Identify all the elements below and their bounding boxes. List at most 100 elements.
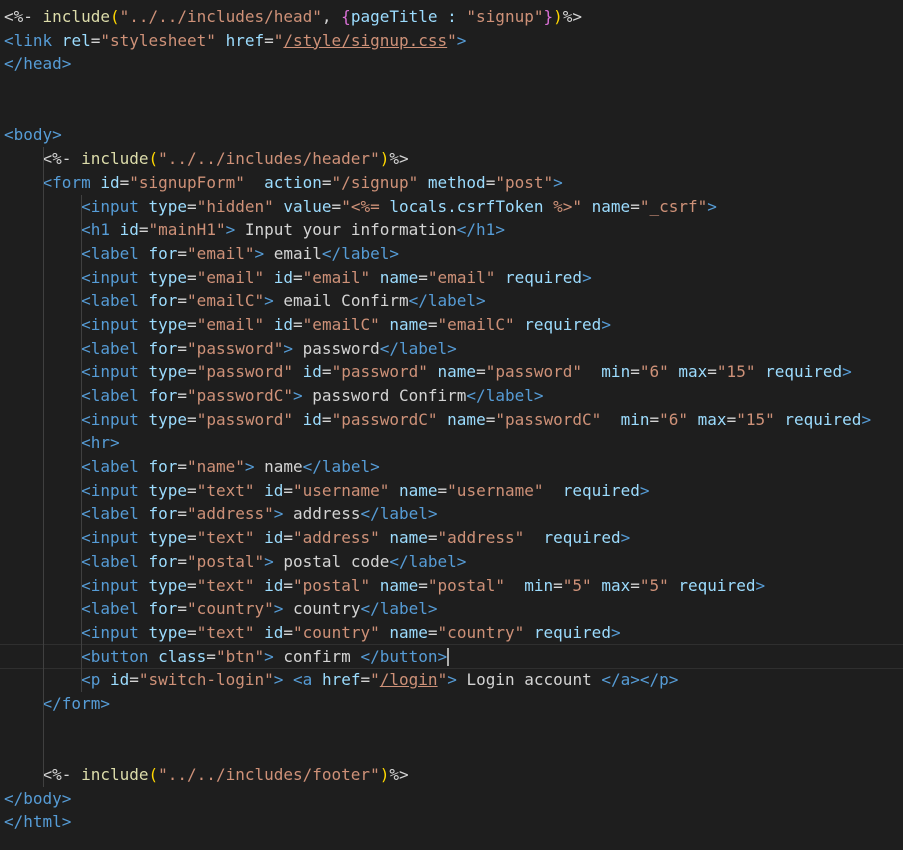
code-line[interactable]: <label for="email"> email</label>: [0, 242, 903, 266]
code-line[interactable]: <form id="signupForm" action="/signup" m…: [0, 171, 903, 195]
code-token: method: [418, 172, 486, 192]
indent-guide: [42, 147, 44, 788]
code-token: "passwordC": [331, 409, 438, 429]
code-token: Login account: [456, 670, 602, 690]
code-line[interactable]: <label for="country"> country</label>: [0, 597, 903, 621]
code-token: "email": [427, 267, 496, 287]
code-token: </: [302, 457, 322, 477]
code-token: =: [264, 30, 274, 50]
code-token: =: [360, 670, 371, 690]
code-line[interactable]: <p id="switch-login"> <a href="/login"> …: [0, 668, 903, 692]
code-token: (: [148, 765, 159, 784]
code-token: =: [293, 314, 303, 334]
code-token: confirm: [273, 646, 361, 666]
code-line[interactable]: <input type="text" id="country" name="co…: [0, 621, 903, 645]
code-line[interactable]: <button class="btn"> confirm </button>: [0, 643, 903, 670]
code-line[interactable]: <hr>: [0, 431, 903, 455]
code-line[interactable]: [0, 100, 903, 124]
code-token: </: [4, 54, 24, 74]
code-token: =: [187, 314, 197, 334]
code-token: <: [81, 622, 91, 642]
code-token: >: [582, 267, 592, 287]
code-token: >: [61, 788, 72, 808]
code-line[interactable]: <input type="password" id="password" nam…: [0, 360, 903, 384]
code-line[interactable]: <label for="postal"> postal code</label>: [0, 550, 903, 574]
code-line[interactable]: <input type="email" id="emailC" name="em…: [0, 313, 903, 337]
code-line[interactable]: <label for="name"> name</label>: [0, 455, 903, 479]
code-token: =: [177, 243, 188, 263]
code-token: input: [90, 314, 139, 334]
code-token: "username": [447, 480, 544, 500]
code-token: "address": [437, 528, 525, 548]
code-token: label: [90, 599, 139, 619]
code-token: %>": [543, 196, 583, 216]
code-line[interactable]: <label for="emailC"> email Confirm</labe…: [0, 289, 903, 313]
code-token: <: [81, 386, 91, 405]
code-line[interactable]: <input type="password" id="passwordC" na…: [0, 408, 903, 432]
code-token: <: [81, 433, 91, 453]
code-line[interactable]: [0, 716, 903, 740]
code-token: min: [601, 409, 650, 429]
code-token: =: [177, 504, 188, 524]
code-token: id: [264, 267, 294, 287]
code-line[interactable]: <input type="hidden" value="<%= locals.c…: [0, 195, 903, 219]
code-token: for: [138, 504, 178, 524]
code-line[interactable]: <input type="text" id="username" name="u…: [0, 479, 903, 503]
code-token: name: [389, 480, 438, 500]
code-token: "country": [293, 622, 380, 642]
code-token: <: [293, 670, 303, 690]
code-token: =: [283, 622, 294, 642]
code-token: "15": [736, 409, 775, 429]
code-token: <: [81, 314, 91, 334]
code-token: required: [668, 575, 756, 595]
code-line[interactable]: <body>: [0, 123, 903, 147]
code-token: >: [456, 30, 467, 50]
code-token: "text": [196, 480, 255, 500]
code-line[interactable]: <input type="text" id="postal" name="pos…: [0, 574, 903, 598]
code-token: ": [273, 30, 284, 50]
code-token: =: [187, 622, 197, 642]
code-line[interactable]: <input type="email" id="email" name="ema…: [0, 266, 903, 290]
code-token: </: [466, 386, 486, 405]
code-line[interactable]: <label for="address"> address</label>: [0, 502, 903, 526]
code-editor[interactable]: <%- include("../../includes/head", {page…: [0, 0, 903, 850]
code-token: >: [755, 575, 766, 595]
code-line[interactable]: </body>: [0, 787, 903, 811]
code-token: </: [601, 670, 621, 690]
code-line[interactable]: <h1 id="mainH1"> Input your information<…: [0, 218, 903, 242]
code-token: >: [427, 599, 438, 619]
code-line[interactable]: </form>: [0, 692, 903, 716]
code-line[interactable]: <label for="password"> password</label>: [0, 337, 903, 361]
code-token: =: [321, 409, 332, 429]
code-line[interactable]: [0, 76, 903, 100]
code-lines[interactable]: <%- include("../../includes/head", {page…: [0, 5, 903, 834]
code-token: "passwordC": [495, 409, 602, 429]
code-token: include: [81, 765, 149, 784]
code-line[interactable]: <label for="passwordC"> password Confirm…: [0, 384, 903, 408]
code-token: id: [254, 480, 284, 500]
code-token: <: [81, 551, 91, 571]
code-line[interactable]: </head>: [0, 52, 903, 76]
code-line[interactable]: <link rel="stylesheet" href="/style/sign…: [0, 29, 903, 53]
code-line[interactable]: </html>: [0, 810, 903, 834]
code-token: input: [90, 267, 139, 287]
code-token: label: [408, 551, 457, 571]
code-token: "postal": [187, 551, 265, 571]
code-token: label: [90, 457, 139, 477]
code-token: =: [283, 528, 294, 548]
code-token: >: [630, 670, 640, 690]
code-line[interactable]: <%- include("../../includes/header")%>: [0, 147, 903, 171]
code-token: =: [726, 409, 737, 429]
code-line[interactable]: <%- include("../../includes/footer")%>: [0, 763, 903, 787]
code-token: label: [90, 386, 139, 405]
code-line[interactable]: <%- include("../../includes/head", {page…: [0, 5, 903, 29]
code-token: a: [620, 670, 631, 690]
code-token: =: [206, 646, 216, 666]
code-line[interactable]: <input type="text" id="address" name="ad…: [0, 526, 903, 550]
code-token: "5": [639, 575, 669, 595]
code-token: input: [90, 409, 139, 429]
code-line[interactable]: [0, 739, 903, 763]
code-token: type: [138, 622, 188, 642]
code-token: =: [649, 409, 660, 429]
